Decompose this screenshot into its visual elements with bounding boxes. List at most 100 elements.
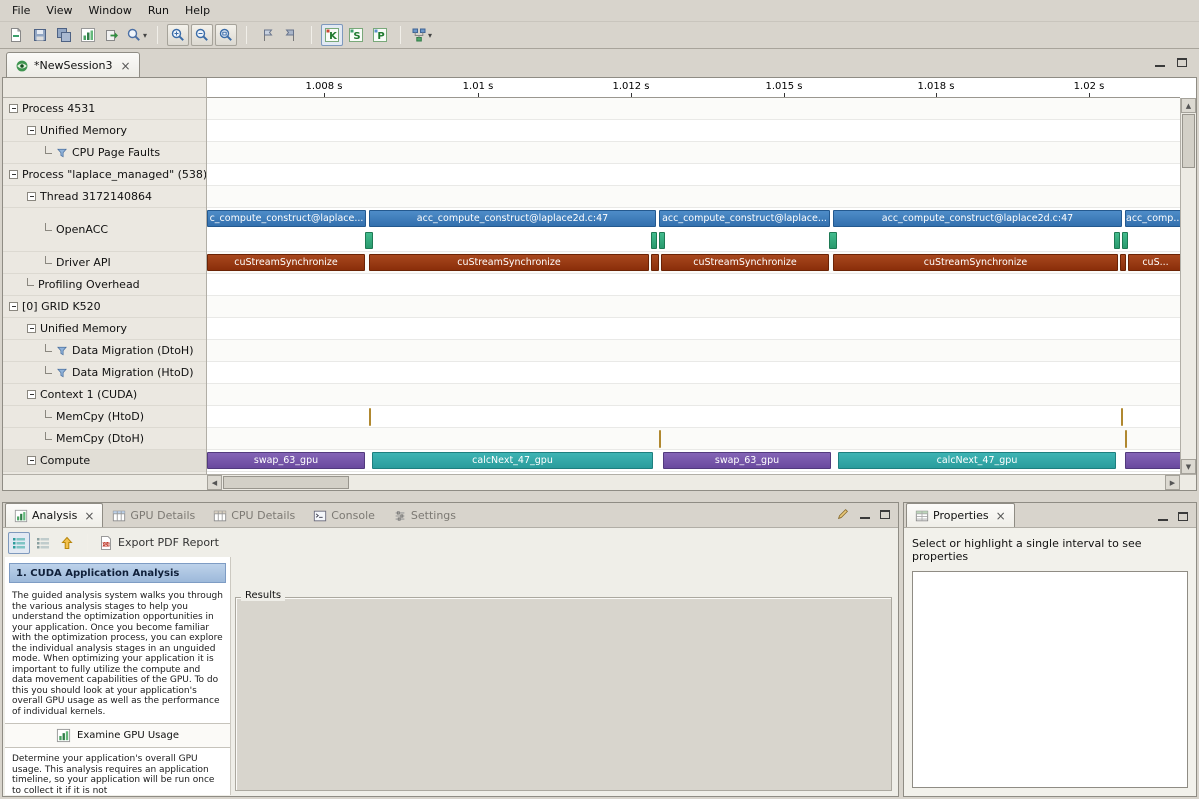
- openacc-main-interval[interactable]: acc_compute_construct@laplace2d.c:47: [833, 210, 1122, 227]
- view-menu-pencil-icon[interactable]: [836, 507, 850, 521]
- menu-view[interactable]: View: [38, 1, 80, 20]
- driver-interval[interactable]: [1120, 254, 1126, 271]
- tree-row-data-migration-htod[interactable]: Data Migration (HtoD): [3, 362, 206, 384]
- collapse-minus-icon[interactable]: [9, 104, 18, 113]
- openacc-sub-interval[interactable]: [651, 232, 657, 249]
- export-pdf-button[interactable]: PDFExport PDF Report: [97, 532, 220, 554]
- collapse-minus-icon[interactable]: [27, 192, 36, 201]
- memcpy-htod-interval[interactable]: [1121, 408, 1123, 426]
- tree-row-profiling-overhead[interactable]: Profiling Overhead: [3, 274, 206, 296]
- tree-row-memcpy-htod[interactable]: MemCpy (HtoD): [3, 406, 206, 428]
- save-button[interactable]: [29, 24, 51, 46]
- driver-interval[interactable]: cuStreamSynchronize: [207, 254, 365, 271]
- compute-interval[interactable]: [1125, 452, 1180, 469]
- tree-row-context-1-cuda[interactable]: Context 1 (CUDA): [3, 384, 206, 406]
- tree-row-cpu-page-faults[interactable]: CPU Page Faults: [3, 142, 206, 164]
- tab-analysis[interactable]: Analysis×: [5, 503, 103, 527]
- unguided-view-button[interactable]: [32, 532, 54, 554]
- horizontal-scroll-thumb[interactable]: [223, 476, 349, 489]
- menu-help[interactable]: Help: [177, 1, 218, 20]
- session-tab[interactable]: *NewSession3 ×: [6, 52, 140, 78]
- scroll-down-icon[interactable]: ▼: [1181, 459, 1196, 474]
- scroll-left-icon[interactable]: ◀: [207, 475, 222, 490]
- tree-row-unified-memory[interactable]: Unified Memory: [3, 318, 206, 340]
- driver-interval[interactable]: cuStreamSynchronize: [661, 254, 829, 271]
- minimize-icon[interactable]: [1158, 512, 1168, 521]
- collapse-minus-icon[interactable]: [9, 170, 18, 179]
- menu-file[interactable]: File: [4, 1, 38, 20]
- collapse-minus-icon[interactable]: [27, 390, 36, 399]
- maximize-icon[interactable]: [880, 510, 890, 519]
- save-all-button[interactable]: [53, 24, 75, 46]
- driver-interval[interactable]: cuS...: [1128, 254, 1180, 271]
- tree-row-thread-3172140864[interactable]: Thread 3172140864: [3, 186, 206, 208]
- next-marker-button[interactable]: [280, 24, 302, 46]
- zoom-fit-button[interactable]: [215, 24, 237, 46]
- menu-window[interactable]: Window: [81, 1, 140, 20]
- openacc-sub-interval[interactable]: [659, 232, 665, 249]
- collapse-minus-icon[interactable]: [27, 324, 36, 333]
- menu-run[interactable]: Run: [140, 1, 177, 20]
- tree-row-unified-memory[interactable]: Unified Memory: [3, 120, 206, 142]
- close-icon[interactable]: ×: [996, 510, 1006, 522]
- dropdown-caret-icon[interactable]: ▾: [143, 31, 147, 40]
- tree-row-compute[interactable]: Compute: [3, 450, 206, 472]
- tab-settings[interactable]: Settings: [384, 503, 465, 527]
- export-profile-button[interactable]: [101, 24, 123, 46]
- dropdown-caret-icon[interactable]: ▾: [428, 31, 432, 40]
- openacc-main-interval[interactable]: c_compute_construct@laplace...: [207, 210, 366, 227]
- maximize-icon[interactable]: [1177, 58, 1187, 67]
- driver-interval[interactable]: cuStreamSynchronize: [369, 254, 649, 271]
- scroll-right-icon[interactable]: ▶: [1165, 475, 1180, 490]
- driver-interval[interactable]: cuStreamSynchronize: [833, 254, 1118, 271]
- close-icon[interactable]: ×: [120, 60, 130, 72]
- tab-properties[interactable]: Properties ×: [906, 503, 1015, 527]
- tree-row-memcpy-dtoh[interactable]: MemCpy (DtoH): [3, 428, 206, 450]
- memcpy-dtoh-interval[interactable]: [1125, 430, 1127, 448]
- tree-row-process-4531[interactable]: Process 4531: [3, 98, 206, 120]
- zoom-out-button[interactable]: [191, 24, 213, 46]
- openacc-sub-interval[interactable]: [1114, 232, 1120, 249]
- compute-interval[interactable]: swap_63_gpu: [663, 452, 831, 469]
- driver-interval[interactable]: [651, 254, 659, 271]
- memcpy-htod-interval[interactable]: [369, 408, 371, 426]
- openacc-sub-interval[interactable]: [1122, 232, 1128, 249]
- tab-console[interactable]: Console: [304, 503, 384, 527]
- stream-toggle-button[interactable]: S: [345, 24, 367, 46]
- process-toggle-button[interactable]: P: [369, 24, 391, 46]
- zoom-in-button[interactable]: [167, 24, 189, 46]
- tree-row-0-grid-k520[interactable]: [0] GRID K520: [3, 296, 206, 318]
- tree-row-data-migration-dtoh[interactable]: Data Migration (DtoH): [3, 340, 206, 362]
- new-session-button[interactable]: [5, 24, 27, 46]
- guided-view-button[interactable]: [8, 532, 30, 554]
- collapse-minus-icon[interactable]: [27, 456, 36, 465]
- compute-interval[interactable]: calcNext_47_gpu: [372, 452, 653, 469]
- kernel-toggle-button[interactable]: K: [321, 24, 343, 46]
- analysis-menu-button[interactable]: ▾: [410, 24, 433, 46]
- compute-interval[interactable]: calcNext_47_gpu: [838, 452, 1116, 469]
- openacc-sub-interval[interactable]: [829, 232, 837, 249]
- tab-cpu-details[interactable]: CPU Details: [204, 503, 304, 527]
- memcpy-dtoh-interval[interactable]: [659, 430, 661, 448]
- minimize-icon[interactable]: [860, 510, 870, 519]
- tree-row-process-laplace-managed-538[interactable]: Process "laplace_managed" (538): [3, 164, 206, 186]
- openacc-main-interval[interactable]: acc_compute_construct@laplace2d.c:47: [369, 210, 656, 227]
- close-icon[interactable]: ×: [84, 510, 94, 522]
- openacc-sub-interval[interactable]: [365, 232, 373, 249]
- collapse-minus-icon[interactable]: [27, 126, 36, 135]
- prev-marker-button[interactable]: [256, 24, 278, 46]
- openacc-main-interval[interactable]: acc_compute_construct@laplace...: [659, 210, 830, 227]
- tab-gpu-details[interactable]: GPU Details: [103, 503, 204, 527]
- collapse-minus-icon[interactable]: [9, 302, 18, 311]
- profile-application-button[interactable]: [77, 24, 99, 46]
- openacc-main-interval[interactable]: acc_comp...: [1125, 210, 1180, 227]
- tree-row-driver-api[interactable]: Driver API: [3, 252, 206, 274]
- scroll-up-icon[interactable]: ▲: [1181, 98, 1196, 113]
- promote-analysis-button[interactable]: [56, 532, 78, 554]
- vertical-scroll-thumb[interactable]: [1182, 114, 1195, 168]
- compute-interval[interactable]: swap_63_gpu: [207, 452, 365, 469]
- horizontal-scrollbar[interactable]: ◀ ▶: [3, 474, 1196, 490]
- minimize-icon[interactable]: [1155, 58, 1165, 67]
- tree-row-openacc[interactable]: OpenACC: [3, 208, 206, 252]
- maximize-icon[interactable]: [1178, 512, 1188, 521]
